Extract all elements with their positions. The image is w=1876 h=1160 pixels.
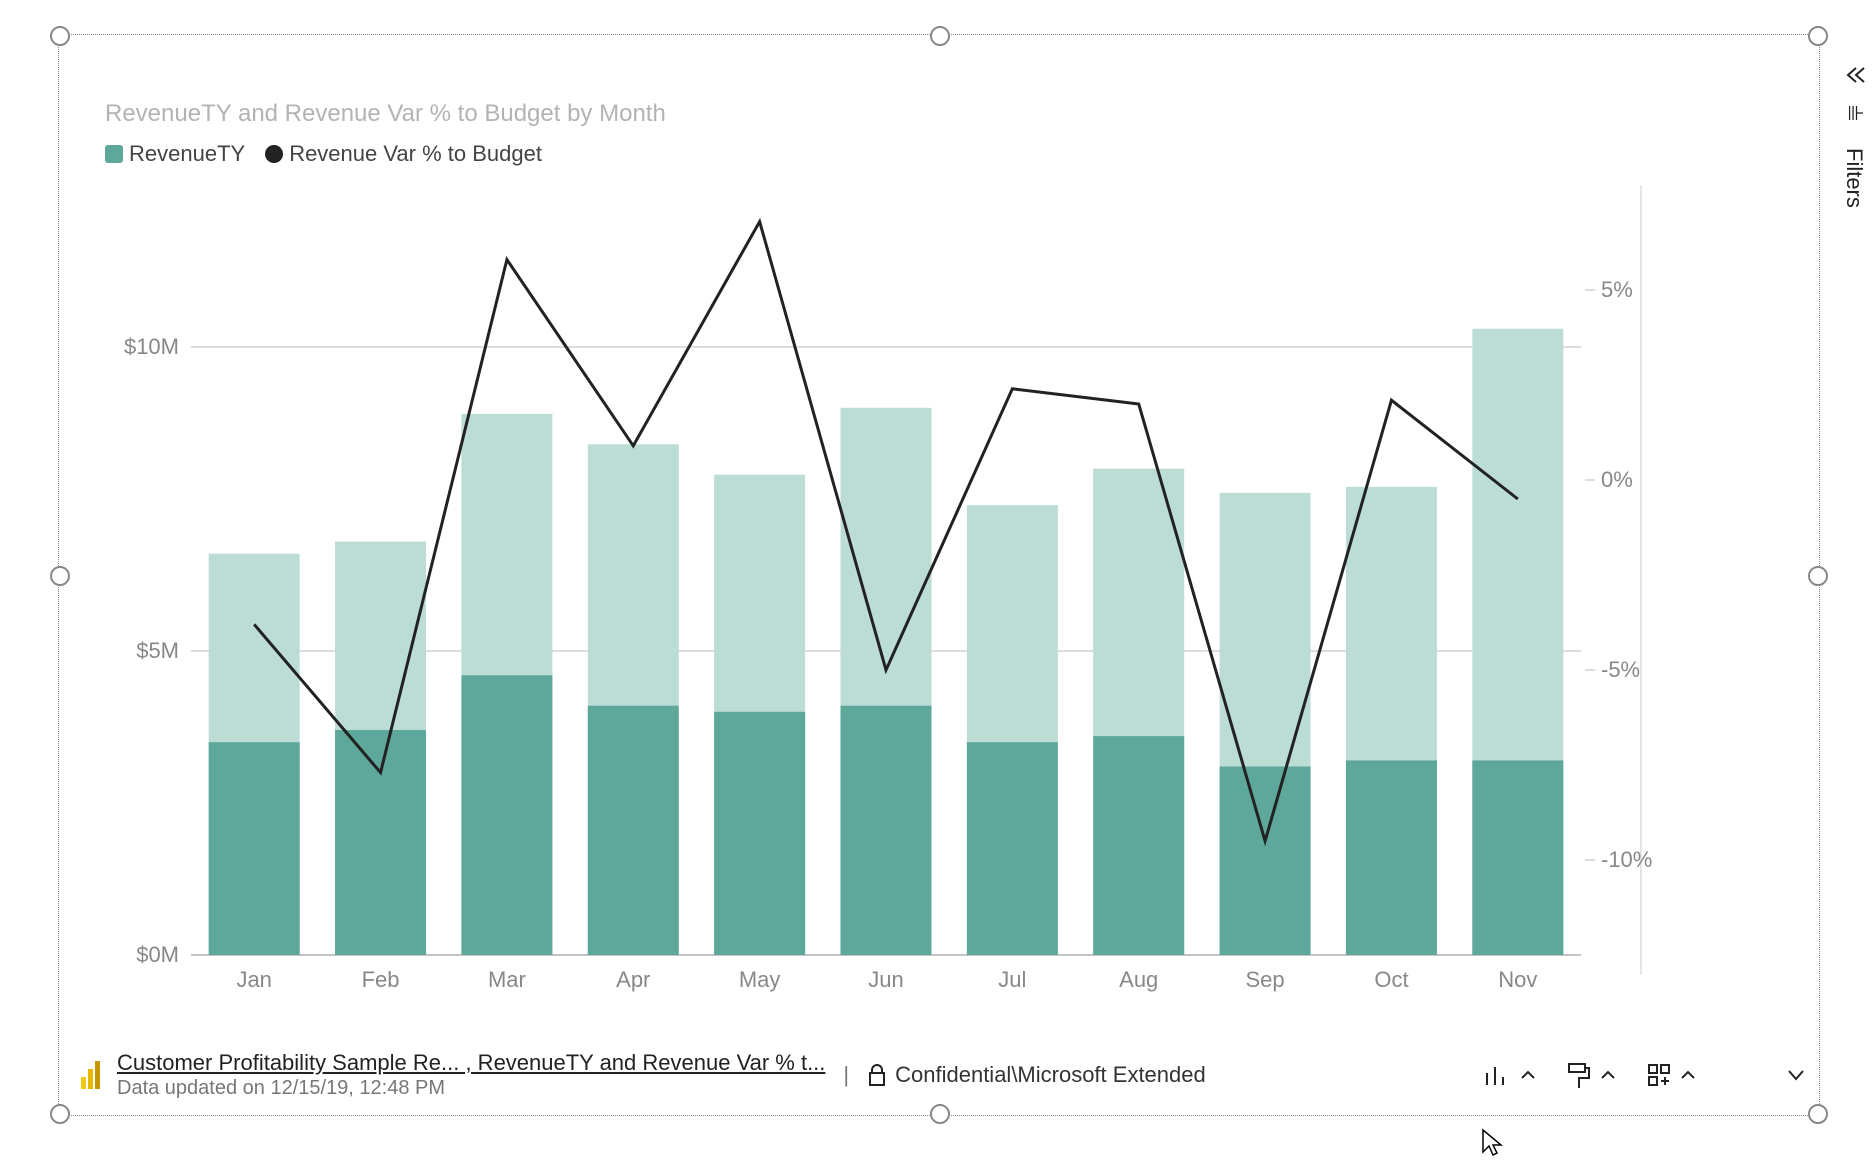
filters-pane-collapsed[interactable]: ⊪ Filters — [1829, 65, 1876, 208]
bar-revenue-ty[interactable] — [1220, 767, 1311, 955]
bar-revenue-ty[interactable] — [1093, 736, 1184, 955]
collapse-chevron-icon[interactable] — [1842, 65, 1866, 85]
svg-text:Jun: Jun — [868, 967, 903, 992]
legend-label-1: RevenueTY — [129, 141, 245, 167]
caret-up-icon — [1679, 1068, 1697, 1082]
sensitivity-label: Confidential\Microsoft Extended — [895, 1062, 1206, 1088]
mouse-cursor-icon — [1480, 1128, 1504, 1158]
caret-up-icon — [1599, 1068, 1617, 1082]
filters-label: Filters — [1841, 148, 1867, 208]
lock-icon — [867, 1063, 887, 1087]
expand-toggle[interactable] — [1785, 1067, 1807, 1083]
svg-text:$10M: $10M — [124, 334, 179, 359]
paint-roller-icon — [1565, 1060, 1593, 1090]
svg-text:Aug: Aug — [1119, 967, 1158, 992]
bar-revenue-ty[interactable] — [588, 706, 679, 955]
caret-down-icon — [1785, 1067, 1807, 1083]
svg-text:$5M: $5M — [136, 638, 179, 663]
related-visuals-button[interactable] — [1483, 1061, 1537, 1089]
legend-label-2: Revenue Var % to Budget — [289, 141, 542, 167]
svg-text:Jan: Jan — [236, 967, 271, 992]
grid-plus-icon — [1645, 1061, 1673, 1089]
bar-revenue-ty[interactable] — [335, 730, 426, 955]
svg-text:-5%: -5% — [1601, 657, 1640, 682]
svg-text:0%: 0% — [1601, 467, 1633, 492]
bar-revenue-ty[interactable] — [1472, 760, 1563, 955]
svg-text:Oct: Oct — [1374, 967, 1408, 992]
bar-revenue-ty[interactable] — [1346, 760, 1437, 955]
resize-handle-top-middle[interactable] — [930, 26, 950, 46]
report-footer: Customer Profitability Sample Re... , Re… — [79, 1043, 1807, 1107]
combo-chart[interactable]: $0M $5M $10M -10% -5% 0% 5% Jan Feb Mar Apr May Jun J… — [101, 185, 1667, 1025]
svg-text:-10%: -10% — [1601, 847, 1652, 872]
format-painter-button[interactable] — [1565, 1060, 1617, 1090]
svg-text:May: May — [739, 967, 781, 992]
legend-item-variance[interactable]: Revenue Var % to Budget — [265, 141, 542, 167]
svg-text:Feb: Feb — [362, 967, 400, 992]
svg-text:$0M: $0M — [136, 942, 179, 967]
footer-separator: | — [839, 1062, 853, 1088]
svg-text:5%: 5% — [1601, 277, 1633, 302]
data-updated-text: Data updated on 12/15/19, 12:48 PM — [117, 1076, 825, 1100]
resize-handle-right-middle[interactable] — [1808, 566, 1828, 586]
visual-selection-frame[interactable]: RevenueTY and Revenue Var % to Budget by… — [58, 34, 1820, 1116]
svg-text:Sep: Sep — [1246, 967, 1285, 992]
add-tile-button[interactable] — [1645, 1061, 1697, 1089]
svg-text:Apr: Apr — [616, 967, 650, 992]
bar-chart-icon — [1483, 1061, 1513, 1089]
resize-handle-bottom-left[interactable] — [50, 1104, 70, 1124]
chart-title: RevenueTY and Revenue Var % to Budget by… — [105, 100, 666, 128]
bar-revenue-ty[interactable] — [714, 712, 805, 955]
bar-revenue-ty[interactable] — [841, 706, 932, 955]
dataset-link[interactable]: Customer Profitability Sample Re... , Re… — [117, 1050, 825, 1076]
caret-up-icon — [1519, 1068, 1537, 1082]
legend-swatch-line — [265, 145, 283, 163]
filter-icon: ⊪ — [1847, 101, 1860, 126]
chart-legend: RevenueTY Revenue Var % to Budget — [105, 141, 542, 167]
svg-text:Jul: Jul — [998, 967, 1026, 992]
legend-item-revenuety[interactable]: RevenueTY — [105, 141, 245, 167]
bar-revenue-ty[interactable] — [967, 742, 1058, 955]
svg-text:Mar: Mar — [488, 967, 526, 992]
bar-revenue-ty[interactable] — [209, 742, 300, 955]
powerbi-icon — [79, 1059, 103, 1091]
bar-revenue-ty[interactable] — [461, 675, 552, 955]
resize-handle-bottom-middle[interactable] — [930, 1104, 950, 1124]
resize-handle-top-left[interactable] — [50, 26, 70, 46]
footer-actions — [1483, 1060, 1807, 1090]
svg-text:Nov: Nov — [1498, 967, 1537, 992]
legend-swatch-bar — [105, 145, 123, 163]
resize-handle-top-right[interactable] — [1808, 26, 1828, 46]
resize-handle-left-middle[interactable] — [50, 566, 70, 586]
resize-handle-bottom-right[interactable] — [1808, 1104, 1828, 1124]
